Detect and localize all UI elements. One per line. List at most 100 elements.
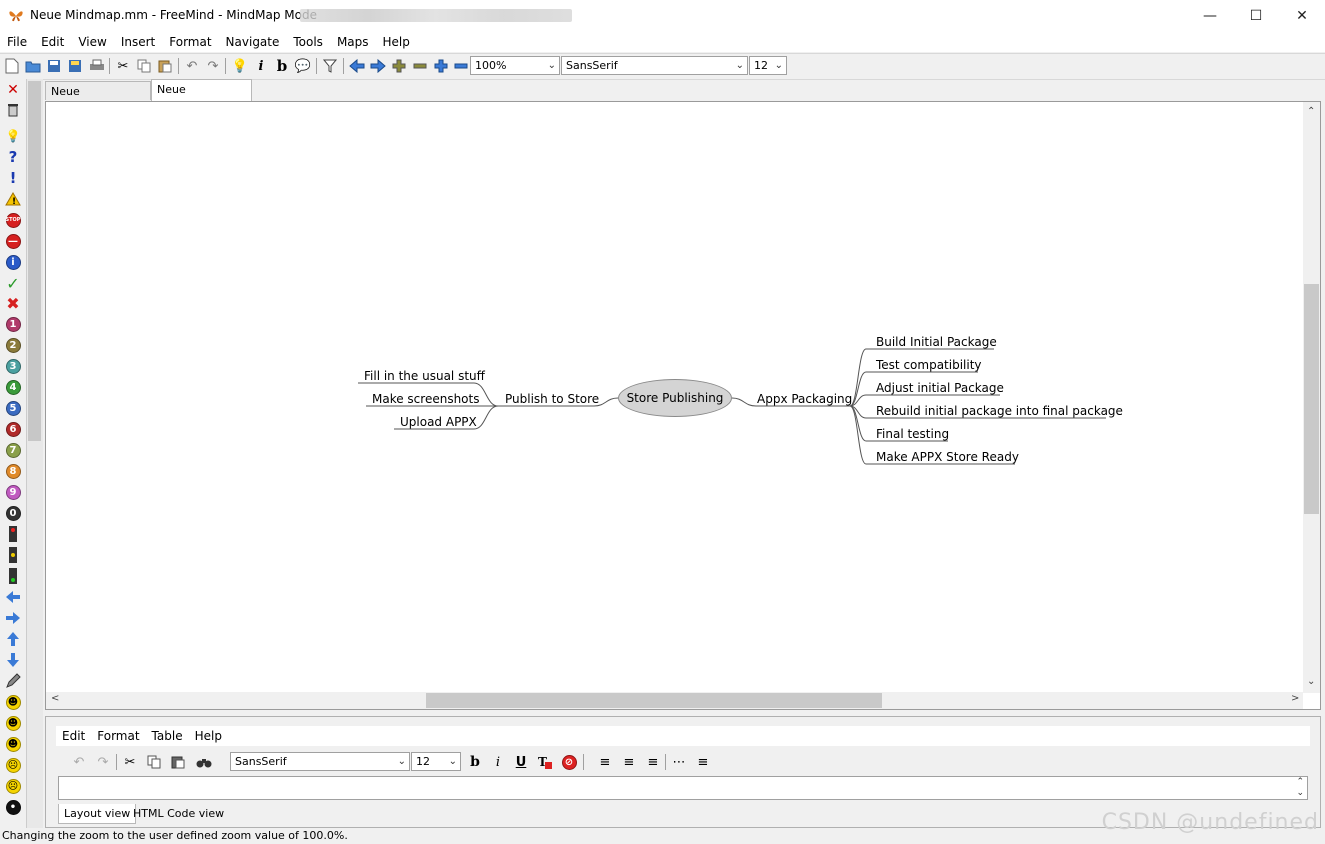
scroll-thumb[interactable] (28, 81, 41, 441)
scroll-left-icon[interactable]: < (51, 693, 59, 704)
copy-icon[interactable] (135, 57, 153, 75)
lightbulb-icon[interactable]: 💡 (231, 57, 249, 75)
cut-icon[interactable]: ✂ (121, 753, 139, 771)
binoculars-icon[interactable] (195, 753, 213, 771)
smiley-neutral-icon[interactable]: ☻ (4, 714, 22, 732)
tab-layout-view[interactable]: Layout view (58, 804, 137, 824)
menu-maps[interactable]: Maps (330, 35, 376, 49)
smiley-angry-icon[interactable]: ☹ (4, 777, 22, 795)
scroll-down-icon[interactable]: ⌄ (1307, 676, 1315, 687)
bold-icon[interactable]: b (273, 57, 291, 75)
paste-icon[interactable] (169, 753, 187, 771)
minimize-icon[interactable]: — (1187, 0, 1233, 31)
new-file-icon[interactable] (3, 57, 21, 75)
priority-4-icon[interactable]: 4 (4, 378, 22, 396)
smiley-happy-icon[interactable]: ☻ (4, 693, 22, 711)
canvas-horizontal-scrollbar[interactable]: < > (46, 692, 1303, 709)
scroll-right-icon[interactable]: > (1291, 693, 1299, 704)
maximize-icon[interactable]: ☐ (1233, 0, 1279, 31)
node-final-testing[interactable]: Final testing (876, 427, 949, 441)
note-menu-edit[interactable]: Edit (56, 729, 91, 743)
priority-3-icon[interactable]: 3 (4, 357, 22, 375)
root-node[interactable]: Store Publishing (618, 379, 732, 417)
node-appx-packaging[interactable]: Appx Packaging (757, 392, 852, 406)
priority-7-icon[interactable]: 7 (4, 441, 22, 459)
traffic-light-yellow-icon[interactable] (4, 546, 22, 564)
lightbulb-icon[interactable]: 💡 (4, 127, 22, 145)
priority-6-icon[interactable]: 6 (4, 420, 22, 438)
note-menu-format[interactable]: Format (91, 729, 145, 743)
note-menu-help[interactable]: Help (189, 729, 228, 743)
open-folder-icon[interactable] (24, 57, 42, 75)
node-rebuild-final-package[interactable]: Rebuild initial package into final packa… (876, 404, 1123, 418)
menu-format[interactable]: Format (162, 35, 218, 49)
menu-edit[interactable]: Edit (34, 35, 71, 49)
zoom-select[interactable]: 100% ⌄ (470, 56, 560, 75)
scroll-up-icon[interactable]: ⌃ (1307, 106, 1315, 117)
scroll-thumb[interactable] (426, 693, 882, 708)
arrow-up-icon[interactable] (4, 630, 22, 648)
scroll-thumb[interactable] (1304, 284, 1319, 514)
align-left-icon[interactable]: ≡ (596, 753, 614, 771)
node-build-initial-package[interactable]: Build Initial Package (876, 335, 997, 349)
priority-2-icon[interactable]: 2 (4, 336, 22, 354)
speech-bubble-icon[interactable]: 💬 (294, 57, 312, 75)
bold-icon[interactable]: b (466, 753, 484, 771)
canvas-vertical-scrollbar[interactable]: ⌃ ⌄ (1303, 102, 1320, 693)
node-publish-to-store[interactable]: Publish to Store (505, 392, 599, 406)
menu-file[interactable]: File (0, 35, 34, 49)
note-font-size-select[interactable]: 12 ⌄ (411, 752, 461, 771)
back-arrow-icon[interactable] (348, 57, 366, 75)
arrow-down-icon[interactable] (4, 651, 22, 669)
cross-icon[interactable]: ✖ (4, 294, 22, 313)
font-select[interactable]: SansSerif ⌄ (561, 56, 748, 75)
priority-1-icon[interactable]: 1 (4, 315, 22, 333)
icon-toolbar-scrollbar[interactable] (26, 79, 43, 829)
arrow-left-icon[interactable] (4, 588, 22, 606)
undo-icon[interactable]: ↶ (70, 753, 88, 771)
warning-icon[interactable]: ! (4, 190, 22, 208)
remove-icon-icon[interactable]: ✕ (4, 81, 22, 99)
priority-0-icon[interactable]: 0 (4, 504, 22, 522)
zoom-out-minus-icon[interactable] (411, 57, 429, 75)
bullet-list-icon[interactable]: ⋯ (670, 753, 688, 771)
menu-help[interactable]: Help (376, 35, 417, 49)
priority-5-icon[interactable]: 5 (4, 399, 22, 417)
redo-icon[interactable]: ↷ (204, 57, 222, 75)
copy-icon[interactable] (145, 753, 163, 771)
node-adjust-initial-package[interactable]: Adjust initial Package (876, 381, 1004, 395)
priority-8-icon[interactable]: 8 (4, 462, 22, 480)
align-right-icon[interactable]: ≡ (644, 753, 662, 771)
filter-icon[interactable] (321, 57, 339, 75)
no-entry-icon[interactable]: — (4, 232, 22, 250)
paste-icon[interactable] (156, 57, 174, 75)
undo-icon[interactable]: ↶ (183, 57, 201, 75)
exclamation-icon[interactable]: ! (4, 169, 22, 187)
print-icon[interactable] (88, 57, 106, 75)
node-test-compatibility[interactable]: Test compatibility (876, 358, 982, 372)
node-make-appx-store-ready[interactable]: Make APPX Store Ready (876, 450, 1019, 464)
forward-arrow-icon[interactable] (369, 57, 387, 75)
checkmark-icon[interactable]: ✓ (4, 274, 22, 293)
node-fill-in-usual-stuff[interactable]: Fill in the usual stuff (364, 369, 485, 383)
menu-insert[interactable]: Insert (114, 35, 162, 49)
numbered-list-icon[interactable]: ≡ (694, 753, 712, 771)
menu-navigate[interactable]: Navigate (219, 35, 287, 49)
traffic-light-red-icon[interactable] (4, 525, 22, 543)
pencil-icon[interactable] (4, 672, 22, 690)
tab-html-code-view[interactable]: HTML Code view (128, 804, 229, 824)
trash-icon[interactable] (4, 101, 22, 119)
mindmap-canvas[interactable]: Store Publishing Publish to Store Fill i… (45, 101, 1321, 710)
tab-neue-mindmap2[interactable]: Neue Mindmap2.mm (45, 81, 151, 117)
collapse-minus-icon[interactable] (452, 57, 470, 75)
menu-view[interactable]: View (71, 35, 113, 49)
smiley-surprised-icon[interactable]: ☻ (4, 735, 22, 753)
node-make-screenshots[interactable]: Make screenshots (372, 392, 479, 406)
italic-icon[interactable]: i (489, 753, 507, 771)
traffic-light-green-icon[interactable] (4, 567, 22, 585)
text-color-icon[interactable]: T (536, 753, 554, 771)
save-icon[interactable] (45, 57, 63, 75)
tab-neue-mindmap[interactable]: Neue Mindmap.mm (151, 79, 252, 116)
info-icon[interactable]: i (4, 253, 22, 271)
redo-icon[interactable]: ↷ (94, 753, 112, 771)
